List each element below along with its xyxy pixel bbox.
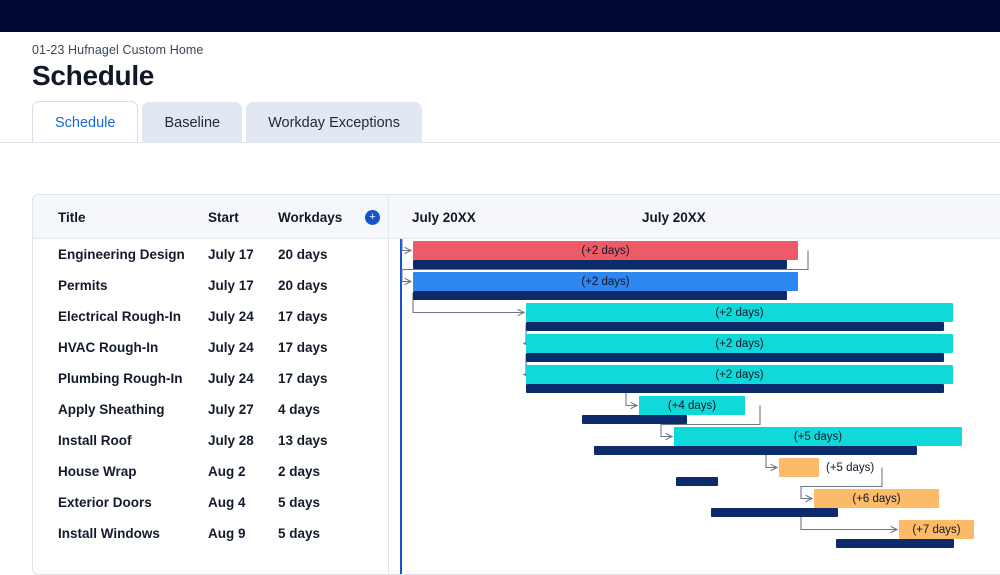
tab-bar: Schedule Baseline Workday Exceptions: [32, 101, 422, 143]
gantt-baseline-bar[interactable]: [526, 322, 944, 331]
cell-start: July 24: [208, 340, 254, 355]
cell-workdays: 4 days: [278, 402, 321, 417]
breadcrumb: 01-23 Hufnagel Custom Home: [32, 43, 204, 57]
cell-title: Engineering Design: [58, 247, 185, 262]
tab-baseline[interactable]: Baseline: [142, 102, 243, 143]
timeline-header-month-2: July 20XX: [642, 209, 706, 225]
gantt-baseline-bar[interactable]: [526, 384, 944, 393]
gantt-baseline-bar[interactable]: [836, 539, 954, 548]
table-row[interactable]: Apply Sheathing July 27 4 days: [33, 394, 388, 425]
table-row[interactable]: Install Roof July 28 13 days: [33, 425, 388, 456]
table-row[interactable]: HVAC Rough-In July 24 17 days: [33, 332, 388, 363]
cell-start: July 27: [208, 402, 254, 417]
gantt-bar[interactable]: (+7 days): [899, 520, 974, 539]
cell-title: Permits: [58, 278, 108, 293]
cell-workdays: 13 days: [278, 433, 328, 448]
gantt-baseline-bar[interactable]: [413, 291, 787, 300]
gantt-bar-label: (+5 days): [826, 461, 875, 474]
cell-workdays: 2 days: [278, 464, 321, 479]
table-row[interactable]: House Wrap Aug 2 2 days: [33, 456, 388, 487]
gantt-bar[interactable]: [779, 458, 819, 477]
schedule-page: 01-23 Hufnagel Custom Home Schedule Sche…: [0, 0, 1000, 575]
cell-workdays: 17 days: [278, 340, 328, 355]
tab-workday-exceptions[interactable]: Workday Exceptions: [246, 102, 422, 143]
column-header-title[interactable]: Title: [58, 195, 86, 239]
cell-start: July 17: [208, 247, 254, 262]
gantt-baseline-bar[interactable]: [413, 260, 787, 269]
gantt-baseline-bar[interactable]: [711, 508, 838, 517]
cell-start: July 24: [208, 309, 254, 324]
cell-start: Aug 9: [208, 526, 246, 541]
column-header-start[interactable]: Start: [208, 195, 239, 239]
cell-title: Install Windows: [58, 526, 160, 541]
cell-workdays: 5 days: [278, 526, 321, 541]
cell-workdays: 17 days: [278, 309, 328, 324]
cell-workdays: 5 days: [278, 495, 321, 510]
schedule-panel: Title Start Workdays + July 20XX July 20…: [32, 194, 1000, 575]
table-row[interactable]: Electrical Rough-In July 24 17 days: [33, 301, 388, 332]
page-title: Schedule: [32, 60, 155, 91]
toolbar: Calendar List Gantt Day Today: [0, 143, 1000, 329]
column-header-workdays[interactable]: Workdays: [278, 195, 342, 239]
table-row[interactable]: Exterior Doors Aug 4 5 days: [33, 487, 388, 518]
cell-workdays: 17 days: [278, 371, 328, 386]
app-topbar: [0, 0, 1000, 32]
table-header: Title Start Workdays + July 20XX July 20…: [33, 195, 1000, 239]
gantt-bar[interactable]: (+2 days): [526, 303, 953, 322]
cell-workdays: 20 days: [278, 247, 328, 262]
gantt-baseline-bar[interactable]: [526, 353, 944, 362]
tab-schedule[interactable]: Schedule: [32, 101, 139, 143]
task-list: Engineering Design July 17 20 days Permits J…: [33, 239, 388, 549]
gantt-bar[interactable]: (+2 days): [526, 365, 953, 384]
cell-start: July 17: [208, 278, 254, 293]
cell-title: Apply Sheathing: [58, 402, 165, 417]
gantt-baseline-bar[interactable]: [582, 415, 687, 424]
add-column-button[interactable]: +: [365, 210, 380, 225]
cell-title: Exterior Doors: [58, 495, 152, 510]
cell-title: HVAC Rough-In: [58, 340, 159, 355]
cell-start: July 28: [208, 433, 254, 448]
cell-title: Electrical Rough-In: [58, 309, 182, 324]
timeline-header-month-1: July 20XX: [412, 209, 476, 225]
gantt-bar[interactable]: (+4 days): [639, 396, 745, 415]
gantt-bar[interactable]: (+2 days): [526, 334, 953, 353]
cell-start: July 24: [208, 371, 254, 386]
cell-title: House Wrap: [58, 464, 137, 479]
gantt-baseline-bar[interactable]: [676, 477, 718, 486]
gantt-bar[interactable]: (+6 days): [814, 489, 939, 508]
gantt-bar[interactable]: (+2 days): [413, 241, 798, 260]
gantt-baseline-bar[interactable]: [594, 446, 917, 455]
table-row[interactable]: Install Windows Aug 9 5 days: [33, 518, 388, 549]
cell-workdays: 20 days: [278, 278, 328, 293]
cell-title: Install Roof: [58, 433, 132, 448]
table-row[interactable]: Plumbing Rough-In July 24 17 days: [33, 363, 388, 394]
cell-start: Aug 4: [208, 495, 246, 510]
cell-start: Aug 2: [208, 464, 246, 479]
gantt-bar[interactable]: (+5 days): [674, 427, 962, 446]
gantt-bar[interactable]: (+2 days): [413, 272, 798, 291]
cell-title: Plumbing Rough-In: [58, 371, 183, 386]
gantt-chart: (+2 days) (+2 days) (+2 days) (+2 days) (+2 …: [389, 239, 1000, 574]
table-row[interactable]: Permits July 17 20 days: [33, 270, 388, 301]
table-row[interactable]: Engineering Design July 17 20 days: [33, 239, 388, 270]
dependency-link: [401, 239, 411, 251]
